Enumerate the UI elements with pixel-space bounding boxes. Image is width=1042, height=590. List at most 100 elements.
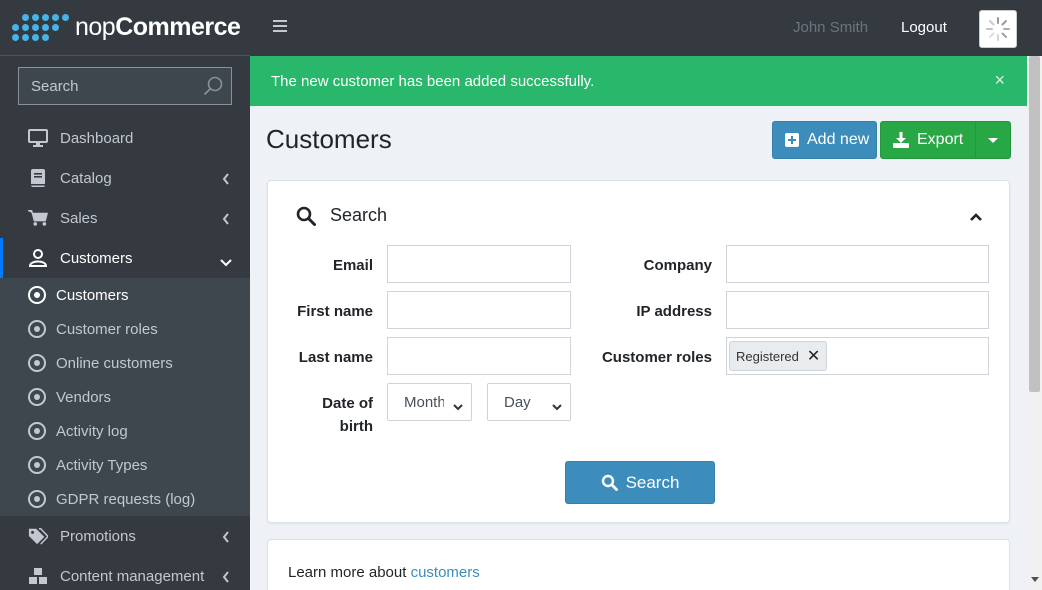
logo-dots-icon	[12, 14, 69, 41]
submenu-item-label: Activity Types	[56, 456, 148, 474]
first-name-field[interactable]	[387, 291, 571, 329]
export-label: Export	[917, 131, 964, 148]
ip-address-field[interactable]	[726, 291, 989, 329]
dob-month-value: Month	[404, 393, 444, 411]
export-button[interactable]: Export	[880, 121, 1011, 159]
last-name-field[interactable]	[387, 337, 571, 375]
plus-square-icon	[785, 133, 799, 147]
sidebar-item-promotions[interactable]: Promotions	[0, 516, 250, 556]
chevron-left-icon	[222, 172, 230, 189]
cubes-icon	[28, 566, 48, 586]
loading-spinner-icon	[979, 10, 1017, 48]
company-field[interactable]	[726, 245, 989, 283]
sidebar: nopCommerce Dashboard Catalog Sales	[0, 0, 250, 590]
logout-link[interactable]: Logout	[901, 19, 947, 36]
search-icon	[601, 474, 618, 491]
monitor-icon	[28, 128, 48, 148]
search-icon[interactable]	[203, 76, 223, 100]
brand-logo[interactable]: nopCommerce	[0, 0, 250, 56]
submenu-item-label: Activity log	[56, 422, 128, 440]
scroll-down-arrow-icon[interactable]	[1031, 577, 1039, 582]
submenu-item-customers[interactable]: Customers	[0, 278, 250, 312]
customer-roles-label: Customer roles	[601, 349, 712, 366]
sidebar-item-customers[interactable]: Customers	[0, 238, 250, 278]
search-panel-title: Search	[330, 205, 388, 225]
email-field[interactable]	[387, 245, 571, 283]
chevron-left-icon	[222, 212, 230, 229]
submenu-item-label: Customer roles	[56, 320, 158, 338]
sidebar-item-label: Sales	[60, 209, 98, 227]
submenu-item-customer-roles[interactable]: Customer roles	[0, 312, 250, 346]
brand-name: nopCommerce	[75, 13, 241, 41]
caret-down-icon	[988, 137, 998, 143]
add-new-label: Add new	[807, 131, 870, 148]
chevron-down-icon	[453, 398, 463, 415]
search-button-label: Search	[625, 472, 680, 492]
search-button[interactable]: Search	[565, 461, 715, 504]
submenu-item-gdpr-requests[interactable]: GDPR requests (log)	[0, 482, 250, 516]
page-scrollbar[interactable]	[1027, 56, 1042, 590]
customers-help-link[interactable]: customers	[411, 564, 480, 581]
circle-dot-icon	[28, 456, 46, 474]
circle-dot-icon	[28, 320, 46, 338]
remove-tag-icon[interactable]: ✕	[807, 346, 820, 366]
export-dropdown-toggle[interactable]	[975, 122, 1010, 158]
sidebar-item-label: Promotions	[60, 527, 136, 545]
sidebar-item-label: Dashboard	[60, 129, 134, 147]
chevron-down-icon	[552, 398, 562, 415]
sidebar-item-label: Catalog	[60, 169, 112, 187]
sidebar-item-content-management[interactable]: Content management	[0, 556, 250, 590]
add-new-button[interactable]: Add new	[772, 121, 877, 159]
submenu-item-label: Vendors	[56, 388, 112, 406]
sidebar-item-sales[interactable]: Sales	[0, 198, 250, 238]
role-tag-label: Registered	[736, 348, 799, 364]
sidebar-item-label: Customers	[60, 249, 133, 267]
sidebar-item-label: Content management	[60, 567, 205, 585]
scrollbar-thumb[interactable]	[1029, 56, 1040, 392]
alert-message: The new customer has been added successf…	[271, 72, 595, 90]
submenu-item-vendors[interactable]: Vendors	[0, 380, 250, 414]
ip-address-label: IP address	[636, 303, 712, 320]
submenu-item-label: GDPR requests (log)	[56, 490, 196, 508]
last-name-label: Last name	[298, 349, 373, 366]
sidebar-item-dashboard[interactable]: Dashboard	[0, 118, 250, 158]
search-icon	[296, 206, 316, 226]
circle-dot-icon	[28, 286, 46, 304]
current-user-name[interactable]: John Smith	[793, 19, 868, 36]
learn-more-text: Learn more about customers	[288, 564, 480, 581]
sidebar-search-input[interactable]	[31, 77, 201, 95]
submenu-item-online-customers[interactable]: Online customers	[0, 346, 250, 380]
submenu-item-label: Online customers	[56, 354, 173, 372]
search-panel-header[interactable]: Search	[296, 205, 387, 226]
circle-dot-icon	[28, 490, 46, 508]
chevron-left-icon	[222, 570, 230, 587]
dob-month-select[interactable]: Month	[387, 383, 472, 421]
alert-close-icon[interactable]: ×	[994, 70, 1005, 91]
circle-dot-icon	[28, 388, 46, 406]
sidebar-item-catalog[interactable]: Catalog	[0, 158, 250, 198]
date-of-birth-label-line1: Date of	[322, 395, 373, 412]
chevron-down-icon	[220, 254, 232, 271]
hamburger-menu-icon[interactable]	[273, 20, 287, 35]
chevron-up-icon[interactable]	[969, 209, 983, 226]
email-label: Email	[332, 257, 373, 274]
sidebar-nav: Dashboard Catalog Sales Customers Custom…	[0, 118, 250, 590]
dob-day-select[interactable]: Day	[487, 383, 571, 421]
dob-day-value: Day	[504, 393, 531, 411]
date-of-birth-label: Date of birth	[288, 395, 373, 442]
first-name-label: First name	[297, 303, 373, 320]
page-title: Customers	[266, 124, 392, 154]
learn-more-panel: Learn more about customers	[267, 539, 1010, 590]
cart-icon	[28, 208, 48, 228]
success-alert: The new customer has been added successf…	[250, 56, 1027, 106]
submenu-item-activity-log[interactable]: Activity log	[0, 414, 250, 448]
submenu-item-activity-types[interactable]: Activity Types	[0, 448, 250, 482]
top-navbar: John Smith Logout	[250, 0, 1042, 56]
date-of-birth-label-line2: birth	[339, 418, 373, 435]
learn-more-prefix: Learn more about	[288, 564, 411, 581]
sidebar-search	[18, 67, 232, 105]
submenu-item-label: Customers	[56, 286, 129, 304]
customer-roles-multiselect[interactable]: Registered ✕	[726, 337, 989, 375]
user-icon	[28, 248, 48, 268]
company-label: Company	[643, 257, 712, 274]
